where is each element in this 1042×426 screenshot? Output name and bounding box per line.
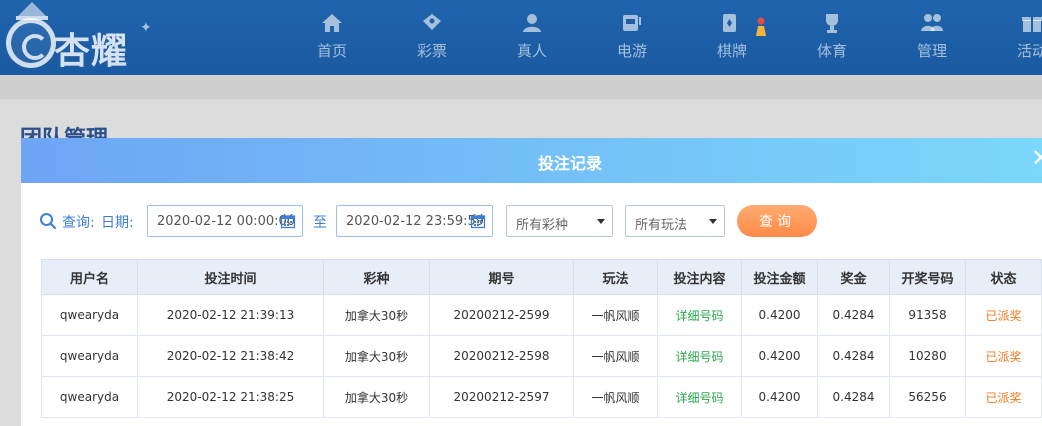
nav-item-manage[interactable]: 管理 bbox=[882, 0, 982, 75]
trophy-icon bbox=[826, 14, 838, 33]
nav-label: 电游 bbox=[616, 42, 647, 60]
date-label: 日期: bbox=[101, 215, 134, 231]
slot-machine-icon bbox=[623, 15, 641, 31]
lottery-type-select[interactable]: 所有彩种 bbox=[506, 205, 613, 237]
calendar-icon[interactable] bbox=[280, 213, 296, 229]
col-header-draw-number: 开奖号码 bbox=[889, 259, 966, 295]
col-header-content: 投注内容 bbox=[657, 259, 742, 295]
cell-bet-time: 2020-02-12 21:38:42 bbox=[137, 335, 324, 377]
detail-numbers-link[interactable]: 详细号码 bbox=[657, 294, 742, 336]
cell-bet-time: 2020-02-12 21:38:25 bbox=[137, 376, 324, 418]
nav-label: 真人 bbox=[516, 42, 547, 60]
sparkle-icon: ✦ bbox=[140, 20, 152, 36]
brand-logo[interactable]: 杏耀 ✦ bbox=[4, 2, 154, 72]
cell-play: 一帆风顺 bbox=[573, 294, 658, 336]
live-dealer-icon bbox=[523, 14, 541, 32]
col-header-lottery: 彩种 bbox=[323, 259, 430, 295]
cards-icon bbox=[723, 14, 736, 32]
cell-issue: 20200212-2599 bbox=[429, 294, 574, 336]
status-badge: 已派奖 bbox=[965, 294, 1042, 336]
cell-play: 一帆风顺 bbox=[573, 376, 658, 418]
col-header-issue: 期号 bbox=[429, 259, 574, 295]
cell-username: qwearyda bbox=[41, 294, 138, 336]
close-icon[interactable]: ✕ bbox=[1031, 146, 1042, 170]
search-icon bbox=[40, 213, 57, 230]
col-header-bet-time: 投注时间 bbox=[137, 259, 324, 295]
end-date-input[interactable]: 2020-02-12 23:59:59 bbox=[336, 205, 493, 237]
nav-item-slots[interactable]: 电游 bbox=[582, 0, 682, 75]
status-badge: 已派奖 bbox=[965, 335, 1042, 377]
cell-lottery: 加拿大30秒 bbox=[323, 294, 430, 336]
col-header-amount: 投注金额 bbox=[741, 259, 818, 295]
cell-play: 一帆风顺 bbox=[573, 335, 658, 377]
col-header-status: 状态 bbox=[965, 259, 1042, 295]
cell-issue: 20200212-2598 bbox=[429, 335, 574, 377]
play-type-value: 所有玩法 bbox=[635, 218, 688, 233]
bet-record-table: 用户名 投注时间 彩种 期号 玩法 投注内容 投注金额 奖金 开奖号码 状态 q… bbox=[41, 259, 1042, 418]
logo-emblem-icon bbox=[6, 18, 56, 68]
cell-amount: 0.4200 bbox=[741, 376, 818, 418]
cell-draw-number: 91358 bbox=[889, 294, 966, 336]
logo-text: 杏耀 bbox=[54, 31, 129, 72]
home-icon bbox=[322, 14, 342, 32]
nav-item-sports[interactable]: 体育 bbox=[782, 0, 882, 75]
query-bar: 查询: 日期: 2020-02-12 00:00:00 至 2020-02-12… bbox=[21, 183, 1042, 258]
cell-draw-number: 10280 bbox=[889, 335, 966, 377]
nav-label: 体育 bbox=[816, 42, 847, 60]
nav-item-promo[interactable]: 活动 bbox=[982, 0, 1042, 75]
cell-bonus: 0.4284 bbox=[817, 335, 890, 377]
nav-label: 管理 bbox=[916, 42, 947, 60]
col-header-bonus: 奖金 bbox=[817, 259, 890, 295]
nav-item-lottery[interactable]: 彩票 bbox=[382, 0, 482, 75]
users-icon bbox=[921, 14, 943, 31]
nav-item-cards[interactable]: 棋牌 bbox=[682, 0, 782, 75]
table-row: qwearyda 2020-02-12 21:38:42 加拿大30秒 2020… bbox=[41, 335, 1042, 377]
cell-lottery: 加拿大30秒 bbox=[323, 376, 430, 418]
cell-username: qwearyda bbox=[41, 376, 138, 418]
end-date-value: 2020-02-12 23:59:59 bbox=[346, 214, 485, 229]
chess-piece-icon bbox=[756, 17, 766, 36]
nav-label: 棋牌 bbox=[716, 42, 747, 60]
lottery-icon bbox=[423, 14, 441, 30]
query-label: 查询: bbox=[62, 215, 95, 231]
page-strip bbox=[0, 75, 1042, 99]
col-header-play: 玩法 bbox=[573, 259, 658, 295]
lottery-type-value: 所有彩种 bbox=[516, 218, 569, 233]
play-type-select[interactable]: 所有玩法 bbox=[625, 205, 725, 237]
nav-label: 彩票 bbox=[416, 42, 447, 60]
calendar-icon[interactable] bbox=[470, 213, 486, 229]
nav-label: 活动 bbox=[1016, 42, 1042, 60]
cell-bonus: 0.4284 bbox=[817, 294, 890, 336]
nav-item-home[interactable]: 首页 bbox=[282, 0, 382, 75]
table-row: qwearyda 2020-02-12 21:39:13 加拿大30秒 2020… bbox=[41, 294, 1042, 336]
nav-label: 首页 bbox=[316, 42, 347, 60]
nav-item-live[interactable]: 真人 bbox=[482, 0, 582, 75]
cell-username: qwearyda bbox=[41, 335, 138, 377]
cell-lottery: 加拿大30秒 bbox=[323, 335, 430, 377]
chevron-down-icon bbox=[597, 219, 605, 224]
top-nav-bar: 杏耀 ✦ 首页 彩票 真人 电游 棋牌 体育 管理 活动 bbox=[0, 0, 1042, 75]
cell-issue: 20200212-2597 bbox=[429, 376, 574, 418]
cell-bonus: 0.4284 bbox=[817, 376, 890, 418]
query-button[interactable]: 查询 bbox=[737, 205, 817, 237]
start-date-value: 2020-02-12 00:00:00 bbox=[157, 214, 296, 229]
bet-record-modal: 投注记录 ✕ 查询: 日期: 2020-02-12 00:00:00 至 202… bbox=[21, 138, 1042, 426]
detail-numbers-link[interactable]: 详细号码 bbox=[657, 376, 742, 418]
modal-title: 投注记录 bbox=[537, 154, 602, 173]
status-badge: 已派奖 bbox=[965, 376, 1042, 418]
to-label: 至 bbox=[313, 215, 327, 231]
cell-amount: 0.4200 bbox=[741, 294, 818, 336]
col-header-username: 用户名 bbox=[41, 259, 138, 295]
modal-header: 投注记录 ✕ bbox=[21, 138, 1042, 183]
gift-icon bbox=[1022, 17, 1042, 32]
table-row: qwearyda 2020-02-12 21:38:25 加拿大30秒 2020… bbox=[41, 376, 1042, 418]
table-header-row: 用户名 投注时间 彩种 期号 玩法 投注内容 投注金额 奖金 开奖号码 状态 bbox=[41, 259, 1042, 295]
cell-bet-time: 2020-02-12 21:39:13 bbox=[137, 294, 324, 336]
cell-draw-number: 56256 bbox=[889, 376, 966, 418]
cell-amount: 0.4200 bbox=[741, 335, 818, 377]
chevron-down-icon bbox=[709, 219, 717, 224]
detail-numbers-link[interactable]: 详细号码 bbox=[657, 335, 742, 377]
start-date-input[interactable]: 2020-02-12 00:00:00 bbox=[147, 205, 303, 237]
